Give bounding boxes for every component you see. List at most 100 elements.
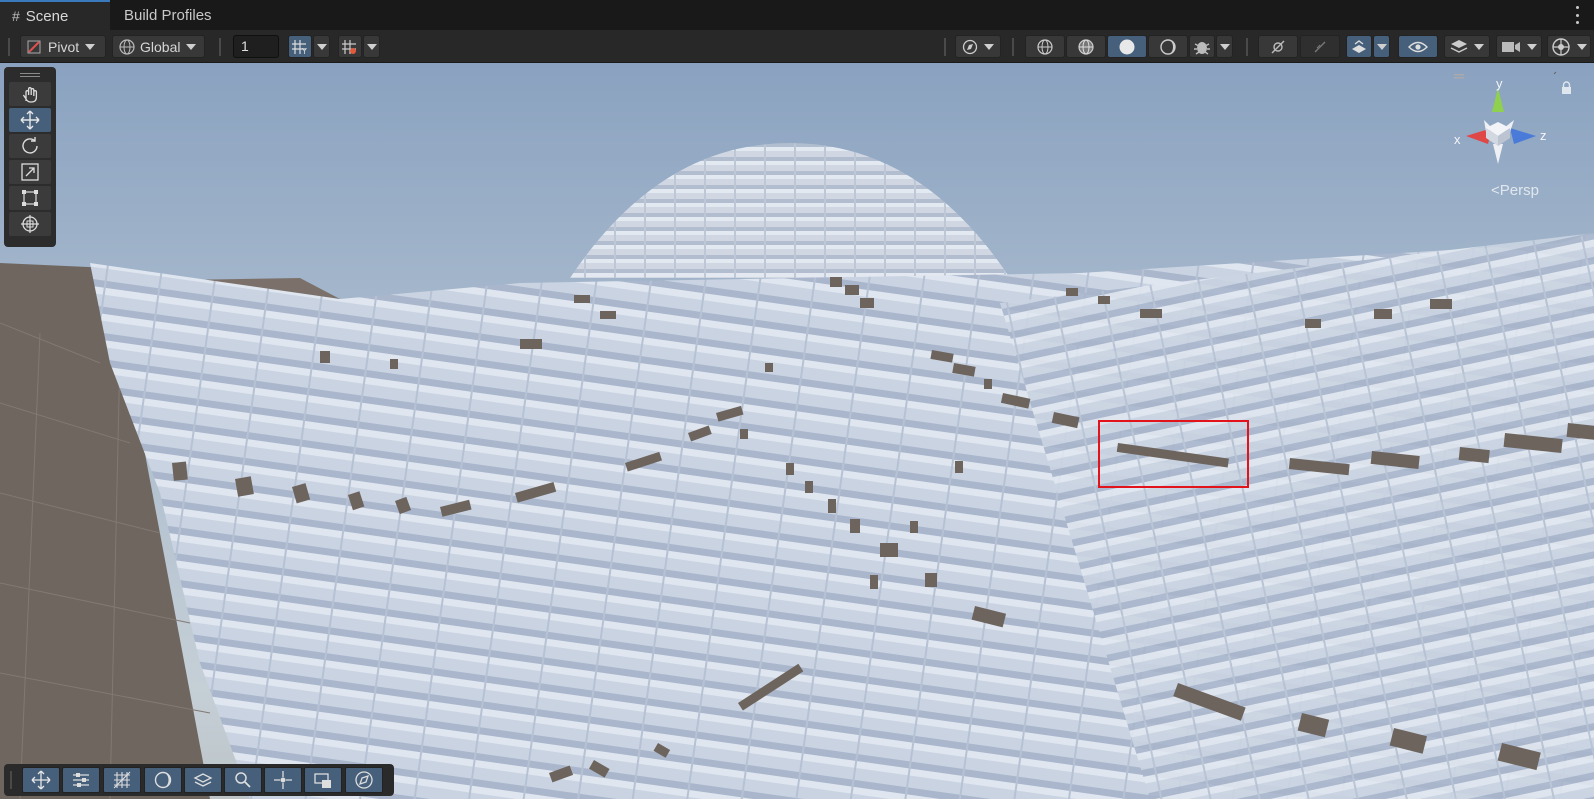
hand-tool-button[interactable] (9, 82, 51, 106)
global-label: Global (140, 38, 181, 55)
rect-tool-button[interactable] (9, 186, 51, 210)
navigation-icon (355, 771, 373, 789)
wireframe-button[interactable] (1025, 35, 1065, 58)
toolbar-grip (1246, 38, 1248, 56)
scene-viewport[interactable] (0, 63, 1594, 799)
audio-toggle-button[interactable] (1300, 35, 1340, 58)
chevron-down-icon (984, 43, 994, 50)
unlit-icon (1160, 38, 1176, 55)
projection-toggle[interactable]: <Persp (1491, 182, 1539, 199)
chevron-down-icon (1219, 43, 1230, 50)
debug-icon (1194, 41, 1210, 55)
layers-dropdown[interactable] (1444, 35, 1490, 58)
lighting-icon (154, 771, 172, 789)
scene-render (0, 63, 1594, 799)
debug-button[interactable] (1189, 35, 1215, 58)
toolbar-grip (944, 38, 946, 56)
rect-tool-icon (22, 190, 38, 206)
shaded-button[interactable] (1107, 35, 1147, 58)
overlay-tool-settings-button[interactable] (62, 767, 100, 793)
shaded-wireframe-button[interactable] (1066, 35, 1106, 58)
transform-tool-icon (21, 215, 39, 233)
lighting-toggle-button[interactable] (1258, 35, 1298, 58)
overlay-search-button[interactable] (224, 767, 262, 793)
scale-tool-button[interactable] (9, 160, 51, 184)
transform-tool-button[interactable] (9, 212, 51, 236)
wireframe-icon (1037, 38, 1053, 55)
more-options-icon[interactable] (1576, 6, 1580, 24)
overlay-grip[interactable] (10, 771, 12, 789)
lighting-toggle-icon (1271, 40, 1285, 53)
chevron-down-icon (1577, 43, 1587, 50)
toolbar-grip (219, 38, 221, 56)
grid-snap-dropdown[interactable] (313, 35, 330, 58)
tool-palette (4, 67, 56, 247)
debug-dropdown[interactable] (1216, 35, 1233, 58)
overlay-toolbar (4, 764, 394, 796)
overlay-camera-preview-button[interactable] (304, 767, 342, 793)
overlay-navigation-button[interactable] (345, 767, 383, 793)
pivot-icon (27, 40, 41, 53)
move-tool-icon (20, 110, 40, 130)
overlay-lighting-button[interactable] (144, 767, 182, 793)
layers-icon (1450, 39, 1468, 53)
move-icon (31, 770, 51, 790)
camera-preview-icon (314, 773, 331, 788)
overlay-move-button[interactable] (22, 767, 60, 793)
camera-dropdown[interactable] (1496, 35, 1542, 58)
draw-mode-icon (962, 39, 978, 54)
effects-dropdown[interactable] (1373, 35, 1390, 58)
draw-mode-dropdown[interactable] (955, 35, 1001, 58)
globe-icon (119, 38, 135, 55)
scene-toolbar: Pivot Global 1 Y (0, 30, 1594, 63)
audio-toggle-icon (1314, 41, 1326, 52)
snap-settings-dropdown[interactable] (363, 35, 380, 58)
gizmo-x-label: x (1454, 132, 1461, 147)
tab-scene-label: Scene (25, 7, 69, 25)
chevron-down-icon (85, 43, 96, 50)
svg-text:Y: Y (301, 47, 307, 55)
shaded-icon (1119, 39, 1135, 54)
scale-tool-icon (21, 163, 39, 181)
tab-bar: # Scene Build Profiles (0, 0, 1594, 30)
chevron-down-icon (1474, 43, 1484, 50)
snap-settings-icon (342, 39, 356, 54)
visibility-icon (1408, 41, 1428, 52)
pivot-label: Pivot (48, 38, 80, 55)
rotate-tool-icon (22, 137, 38, 154)
tab-build-profiles[interactable]: Build Profiles (112, 0, 224, 30)
chevron-down-icon (1527, 43, 1537, 50)
camera-icon (1502, 41, 1520, 52)
unlit-button[interactable] (1148, 35, 1188, 58)
chevron-down-icon (1376, 43, 1387, 50)
hash-grid-icon: # (12, 8, 20, 24)
overlay-grid-button[interactable] (103, 767, 141, 793)
palette-drag-handle[interactable] (9, 71, 51, 79)
chevron-down-icon (316, 43, 327, 50)
gizmo-y-label: y (1496, 76, 1503, 91)
tool-settings-icon (73, 773, 89, 787)
search-icon (235, 772, 251, 788)
toolbar-grip[interactable] (8, 38, 10, 56)
grid-icon (113, 771, 131, 789)
pivot-dropdown[interactable]: Pivot (20, 35, 106, 58)
visibility-button[interactable] (1398, 35, 1438, 58)
chevron-down-icon (186, 43, 197, 50)
snap-increment-field[interactable]: 1 (233, 35, 279, 58)
effects-button[interactable] (1346, 35, 1372, 58)
grid-snap-button[interactable]: Y (288, 35, 312, 58)
overlay-pivot-button[interactable] (264, 767, 302, 793)
layers-icon (193, 773, 213, 787)
rotate-tool-button[interactable] (9, 134, 51, 158)
move-tool-button[interactable] (9, 108, 51, 132)
effects-icon (1352, 39, 1366, 53)
gizmos-dropdown[interactable] (1547, 35, 1591, 58)
tab-scene[interactable]: # Scene (0, 0, 110, 30)
shaded-wireframe-icon (1078, 38, 1094, 55)
snap-settings-button[interactable] (338, 35, 362, 58)
pivot-icon (274, 771, 292, 789)
gizmo-z-label: z (1540, 128, 1547, 143)
global-dropdown[interactable]: Global (112, 35, 205, 58)
overlay-layers-button[interactable] (184, 767, 222, 793)
gizmos-icon (1552, 37, 1570, 56)
